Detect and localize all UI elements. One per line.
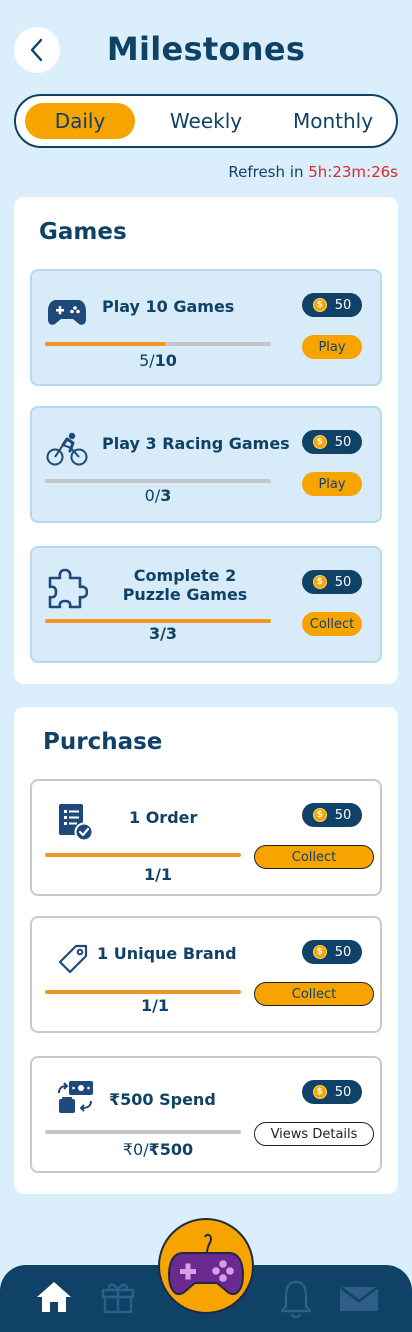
progress-fill xyxy=(45,990,241,994)
progress-count: 0/3 xyxy=(45,486,271,505)
coin-reward-badge: $ 50 xyxy=(302,1080,362,1104)
purchase-section: Purchase 1 Order $ 50 1/1 Collect 1 Uniq… xyxy=(14,707,398,1194)
collect-button[interactable]: Collect xyxy=(254,982,374,1006)
coin-icon: $ xyxy=(312,298,327,312)
progress-count: ₹0/₹500 xyxy=(45,1140,271,1159)
gamepad-icon xyxy=(46,291,88,333)
home-icon xyxy=(37,1282,71,1312)
bell-icon xyxy=(280,1280,312,1319)
coin-reward-badge: $ 50 xyxy=(302,940,362,964)
progress-total: 3 xyxy=(160,486,172,505)
coin-icon: $ xyxy=(312,435,327,449)
progress-bar xyxy=(45,342,271,346)
milestone-title: Play 10 Games xyxy=(102,297,235,316)
progress-bar xyxy=(45,619,271,623)
milestone-card-play-3-racing-games: Play 3 Racing Games $ 50 0/3 Play xyxy=(30,406,382,523)
milestone-card-1-unique-brand: 1 Unique Brand $ 50 1/1 Collect xyxy=(30,916,382,1033)
coin-amount: 50 xyxy=(334,434,352,450)
progress-total: 10 xyxy=(154,351,177,370)
progress-bar xyxy=(45,479,271,483)
milestone-title: 1 Unique Brand xyxy=(97,944,237,963)
coin-icon: $ xyxy=(312,575,327,589)
games-fab-button[interactable] xyxy=(158,1218,254,1314)
gift-icon xyxy=(101,1283,135,1314)
progress-fill xyxy=(45,619,271,623)
progress-current: 5 xyxy=(139,351,150,370)
coin-reward-badge: $ 50 xyxy=(302,430,362,454)
money-transfer-icon xyxy=(54,1076,96,1118)
coin-reward-badge: $ 50 xyxy=(302,570,362,594)
cyclist-icon xyxy=(46,428,88,470)
views-details-button[interactable]: Views Details xyxy=(254,1122,374,1146)
game-controller-icon xyxy=(167,1233,245,1295)
play-button[interactable]: Play xyxy=(302,472,362,496)
progress-text: 3/3 xyxy=(148,624,178,643)
tab-monthly[interactable]: Monthly xyxy=(278,103,388,139)
coin-icon: $ xyxy=(312,1085,327,1099)
nav-notifications[interactable] xyxy=(274,1277,318,1321)
tab-weekly[interactable]: Weekly xyxy=(156,103,256,139)
coin-amount: 50 xyxy=(334,807,352,823)
milestone-card-1-order: 1 Order $ 50 1/1 Collect xyxy=(30,779,382,896)
progress-text: 1/1 xyxy=(140,996,170,1015)
progress-count: 5/10 xyxy=(45,351,271,370)
progress-current: ₹0 xyxy=(122,1140,144,1159)
progress-count: 1/1 xyxy=(45,996,265,1015)
nav-home[interactable] xyxy=(32,1277,76,1317)
games-section: Games Play 10 Games $ 50 5/10 Play Play … xyxy=(14,197,398,684)
milestone-card-play-10-games: Play 10 Games $ 50 5/10 Play xyxy=(30,269,382,386)
order-list-icon xyxy=(54,801,96,843)
period-tabs: Daily Weekly Monthly xyxy=(14,94,398,148)
section-title-games: Games xyxy=(39,219,127,245)
coin-reward-badge: $ 50 xyxy=(302,293,362,317)
progress-fill xyxy=(45,342,165,346)
coin-icon: $ xyxy=(312,808,327,822)
tab-daily[interactable]: Daily xyxy=(25,103,135,139)
progress-bar xyxy=(45,1130,241,1134)
refresh-countdown: 5h:23m:26s xyxy=(308,163,398,181)
progress-bar xyxy=(45,853,241,857)
tag-icon xyxy=(52,938,94,980)
milestone-title: ₹500 Spend xyxy=(109,1090,216,1109)
nav-messages[interactable] xyxy=(336,1281,382,1317)
milestone-card-complete-2-puzzle-games: Complete 2 Puzzle Games $ 50 3/3 Collect xyxy=(30,546,382,663)
refresh-label: Refresh in xyxy=(228,163,304,181)
milestone-card-500-spend: ₹500 Spend $ 50 ₹0/₹500 Views Details xyxy=(30,1056,382,1173)
coin-amount: 50 xyxy=(334,297,352,313)
collect-button[interactable]: Collect xyxy=(254,845,374,869)
progress-total: ₹500 xyxy=(148,1140,194,1159)
refresh-timer: Refresh in 5h:23m:26s xyxy=(228,163,398,181)
progress-count: 3/3 xyxy=(45,624,281,643)
progress-count: 1/1 xyxy=(45,865,271,884)
puzzle-icon xyxy=(46,568,88,610)
coin-amount: 50 xyxy=(334,574,352,590)
coin-icon: $ xyxy=(312,945,327,959)
coin-amount: 50 xyxy=(334,1084,352,1100)
mail-icon xyxy=(339,1286,379,1311)
nav-gift[interactable] xyxy=(96,1277,140,1317)
section-title-purchase: Purchase xyxy=(43,729,163,755)
coin-amount: 50 xyxy=(334,944,352,960)
milestone-title: Complete 2 Puzzle Games xyxy=(122,566,248,604)
page-title: Milestones xyxy=(106,30,306,68)
progress-bar xyxy=(45,990,241,994)
milestone-title: Play 3 Racing Games xyxy=(102,434,290,453)
progress-fill xyxy=(45,853,241,857)
coin-reward-badge: $ 50 xyxy=(302,803,362,827)
milestone-title: 1 Order xyxy=(129,808,198,827)
collect-button[interactable]: Collect xyxy=(302,612,362,636)
play-button[interactable]: Play xyxy=(302,335,362,359)
progress-current: 0 xyxy=(144,486,155,505)
progress-text: 1/1 xyxy=(143,865,173,884)
